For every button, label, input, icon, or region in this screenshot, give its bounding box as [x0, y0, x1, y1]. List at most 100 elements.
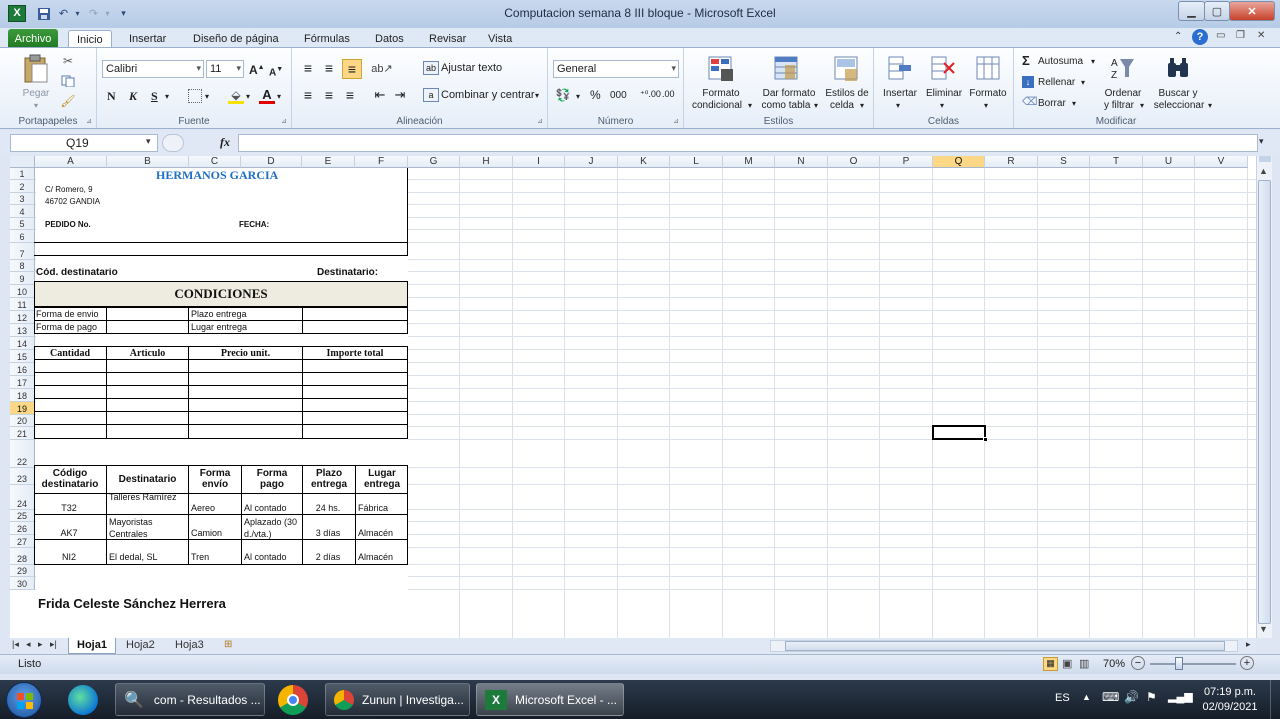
accounting-dropdown-icon[interactable]: ▾ [576, 91, 580, 103]
workbook-minimize-icon[interactable]: ▭ [1216, 30, 1225, 41]
font-name-combo[interactable]: Calibri [102, 60, 204, 78]
name-box[interactable]: Q19 [10, 134, 158, 152]
column-header[interactable]: T [1090, 156, 1143, 168]
conditional-format-label1[interactable]: Formato [692, 88, 750, 100]
row-header[interactable]: 23 [10, 468, 35, 485]
autosum-icon[interactable]: Σ [1022, 54, 1030, 67]
cut-icon[interactable]: ✂ [60, 54, 76, 68]
borders-icon[interactable] [188, 89, 202, 103]
format-table-dropdown-icon[interactable]: ▾ [814, 100, 818, 112]
number-launcher-icon[interactable]: ⊿ [673, 117, 679, 125]
row-header[interactable]: 26 [10, 522, 35, 535]
column-header[interactable]: G [408, 156, 460, 168]
zoom-slider-thumb[interactable] [1175, 657, 1183, 670]
column-header[interactable]: I [513, 156, 565, 168]
workbook-restore-icon[interactable]: ❐ [1236, 30, 1245, 41]
merge-center-icon[interactable]: a [423, 88, 439, 102]
show-hidden-icons[interactable]: ▲ [1082, 692, 1091, 702]
format-table-label1[interactable]: Dar formato [760, 88, 818, 100]
delete-cells-button[interactable]: Eliminar [922, 88, 966, 100]
shrink-font-button[interactable]: A▼ [269, 64, 283, 79]
tray-app-icon[interactable]: ⌨ [1102, 690, 1119, 704]
decrease-indent-icon[interactable]: ⇤ [372, 87, 388, 103]
active-cell-q19[interactable] [932, 425, 986, 440]
increase-decimal-button[interactable]: ⁺⁰.00 [640, 88, 661, 100]
percent-button[interactable]: % [590, 89, 601, 101]
clipboard-launcher-icon[interactable]: ⊿ [86, 117, 92, 125]
last-sheet-icon[interactable]: ▸| [50, 639, 57, 650]
column-header[interactable]: V [1195, 156, 1248, 168]
find-select-label2[interactable]: seleccionar [1148, 100, 1210, 112]
orientation-icon[interactable]: ab↗ [371, 60, 392, 76]
cell-styles-label2[interactable]: celda [822, 100, 862, 112]
prev-sheet-icon[interactable]: ◂ [26, 639, 31, 650]
insert-dropdown-icon[interactable]: ▾ [896, 100, 900, 112]
tab-diseno[interactable]: Diseño de página [185, 30, 287, 48]
format-table-label2[interactable]: como tabla [756, 100, 816, 112]
format-cells-button[interactable]: Formato [966, 88, 1010, 100]
sheet-tab-hoja1[interactable]: Hoja1 [68, 638, 116, 654]
row-header[interactable]: 8 [10, 260, 35, 272]
fill-handle[interactable] [983, 437, 988, 442]
column-header[interactable]: U [1143, 156, 1195, 168]
row-header[interactable]: 5 [10, 218, 35, 230]
column-header[interactable]: J [565, 156, 618, 168]
insert-function-icon[interactable]: fx [220, 135, 230, 150]
clear-icon[interactable]: ⌫ [1022, 96, 1038, 108]
accounting-format-icon[interactable]: 💱 [554, 88, 572, 102]
column-header[interactable]: D [241, 156, 302, 168]
normal-view-icon[interactable]: ▦ [1043, 657, 1058, 671]
help-icon[interactable]: ? [1192, 29, 1208, 45]
insert-cells-button[interactable]: Insertar [880, 88, 920, 100]
row-header[interactable]: 19 [10, 402, 35, 415]
taskbar-item-chrome[interactable]: Zunun | Investiga... [325, 683, 470, 716]
fill-color-dropdown-icon[interactable]: ▾ [246, 91, 250, 103]
row-header[interactable]: 17 [10, 376, 35, 389]
column-header[interactable]: H [460, 156, 513, 168]
merge-center-button[interactable]: Combinar y centrar [441, 89, 535, 101]
column-header[interactable]: C [189, 156, 241, 168]
formula-input[interactable] [238, 134, 1258, 152]
scroll-down-icon[interactable]: ▼ [1259, 624, 1268, 634]
font-color-dropdown-icon[interactable]: ▾ [277, 91, 281, 103]
row-header[interactable]: 18 [10, 389, 35, 402]
sheet-tab-hoja2[interactable]: Hoja2 [118, 638, 163, 654]
row-header[interactable]: 9 [10, 272, 35, 285]
row-header[interactable]: 30 [10, 577, 35, 590]
paste-dropdown-icon[interactable]: ▾ [30, 100, 42, 112]
cell-styles-icon[interactable] [832, 54, 862, 84]
row-header[interactable]: 21 [10, 427, 35, 440]
tab-inicio[interactable]: Inicio [68, 30, 112, 48]
new-sheet-icon[interactable]: ⊞ [224, 639, 232, 650]
sort-filter-icon[interactable]: AZ [1109, 54, 1137, 82]
zoom-in-icon[interactable]: + [1240, 656, 1254, 670]
autosum-dropdown-icon[interactable]: ▾ [1091, 56, 1095, 68]
format-dropdown-icon[interactable]: ▾ [984, 100, 988, 112]
row-header[interactable]: 10 [10, 285, 35, 298]
row-header[interactable]: 4 [10, 205, 35, 218]
underline-button[interactable]: S [151, 90, 158, 102]
fill-button[interactable]: Rellenar [1038, 77, 1075, 89]
chrome-icon[interactable] [278, 685, 308, 715]
spreadsheet-grid[interactable]: ABCDEFGHIJKLMNOPQRSTUV 1 2 3 4 5 6 7 8 9 10 11 12 13… [10, 156, 1256, 638]
vertical-scrollbar[interactable]: ▲ ▼ [1256, 156, 1272, 638]
cell-styles-label1[interactable]: Estilos de [822, 88, 872, 100]
wrap-text-button[interactable]: Ajustar texto [441, 62, 502, 74]
show-desktop-button[interactable] [1270, 680, 1280, 719]
bold-button[interactable]: N [107, 90, 116, 102]
column-header[interactable]: F [355, 156, 408, 168]
zoom-out-icon[interactable]: − [1131, 656, 1145, 670]
sort-filter-label2[interactable]: y filtrar [1096, 100, 1142, 112]
row-header[interactable]: 2 [10, 180, 35, 193]
column-header[interactable]: Q [933, 156, 985, 168]
sheet-tab-hoja3[interactable]: Hoja3 [167, 638, 212, 654]
delete-dropdown-icon[interactable]: ▾ [940, 100, 944, 112]
start-button-icon[interactable] [6, 682, 42, 718]
row-header[interactable]: 28 [10, 548, 35, 565]
decrease-decimal-button[interactable]: .00 [662, 88, 675, 100]
row-header[interactable]: 15 [10, 350, 35, 363]
column-header[interactable]: P [880, 156, 933, 168]
align-center-icon[interactable]: ≡ [321, 87, 337, 103]
tab-revisar[interactable]: Revisar [421, 30, 474, 48]
column-header[interactable]: N [775, 156, 828, 168]
